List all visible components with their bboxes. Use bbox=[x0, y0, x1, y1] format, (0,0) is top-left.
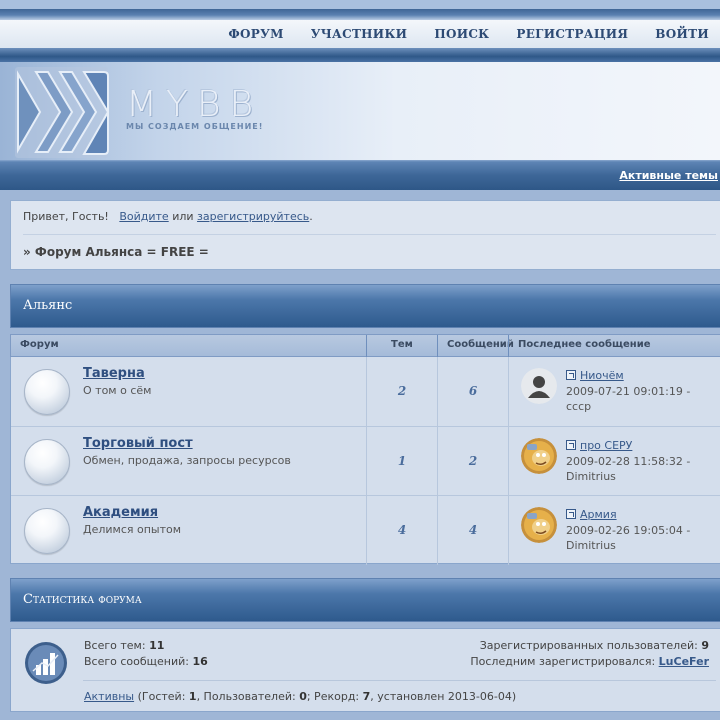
top-nav: ФОРУМ УЧАСТНИКИ ПОИСК РЕГИСТРАЦИЯ ВОЙТИ bbox=[0, 20, 720, 48]
online-summary: Активны (Гостей: 1, Пользователей: 0; Ре… bbox=[84, 690, 516, 703]
greeting-text: Привет, Гость! bbox=[23, 210, 109, 223]
register-link[interactable]: зарегистрируйтесь bbox=[197, 210, 309, 223]
forum-list: Таверна О том о сём 2 6 Ниочём 2009-07-2… bbox=[10, 357, 720, 565]
nav-login[interactable]: ВОЙТИ bbox=[655, 27, 709, 41]
last-post-date: 2009-02-26 19:05:04 - bbox=[566, 524, 691, 537]
or-text: или bbox=[172, 210, 194, 223]
total-posts-value: 16 bbox=[192, 655, 208, 668]
goto-post-icon[interactable] bbox=[566, 509, 576, 519]
divider bbox=[23, 234, 716, 235]
category-title: Альянс bbox=[23, 298, 73, 313]
total-topics-label: Всего тем: bbox=[84, 639, 146, 652]
forum-header: MYBB МЫ СОЗДАЕМ ОБЩЕНИЕ! bbox=[0, 62, 720, 160]
forum-row: Таверна О том о сём 2 6 Ниочём 2009-07-2… bbox=[11, 357, 720, 426]
forum-row: Торговый пост Обмен, продажа, запросы ре… bbox=[11, 426, 720, 496]
last-post-date: 2009-07-21 09:01:19 - bbox=[566, 385, 691, 398]
forum-link[interactable]: Таверна bbox=[83, 366, 145, 381]
logo-slogan: МЫ СОЗДАЕМ ОБЩЕНИЕ! bbox=[126, 122, 264, 131]
col-forum: Форум bbox=[20, 339, 59, 350]
stats-title: Статистика форума bbox=[23, 592, 142, 607]
registered-users: Зарегистрированных пользователей: 9 bbox=[480, 639, 709, 652]
total-posts-label: Всего сообщений: bbox=[84, 655, 189, 668]
divider bbox=[83, 680, 716, 681]
last-post-link[interactable]: про СЕРУ bbox=[580, 439, 632, 452]
posts-count: 6 bbox=[468, 384, 478, 398]
last-post-author: Dimitrius bbox=[566, 539, 616, 552]
stats-header: Статистика форума bbox=[10, 578, 720, 622]
last-post-meta: 2009-02-28 11:58:32 - Dimitrius bbox=[566, 454, 720, 484]
nav-bottom-strip bbox=[0, 48, 720, 62]
last-registered-label: Последним зарегистрировался: bbox=[470, 655, 656, 668]
category-header: Альянс bbox=[10, 284, 720, 328]
total-topics-value: 11 bbox=[149, 639, 165, 652]
online-text: , Пользователей: bbox=[196, 690, 300, 703]
nav-register[interactable]: РЕГИСТРАЦИЯ bbox=[516, 27, 628, 41]
forum-description: О том о сём bbox=[83, 384, 152, 397]
login-link[interactable]: Войдите bbox=[119, 210, 168, 223]
last-post-date: 2009-02-28 11:58:32 - bbox=[566, 455, 691, 468]
last-post-link[interactable]: Армия bbox=[580, 508, 617, 521]
nav-forum[interactable]: ФОРУМ bbox=[228, 27, 283, 41]
forum-column-headers: Форум Тем Сообщений Последнее сообщение bbox=[10, 334, 720, 358]
forum-status-icon bbox=[24, 508, 70, 554]
default-user-icon[interactable] bbox=[521, 368, 557, 404]
forum-row: Академия Делимся опытом 4 4 Армия 2009-0… bbox=[11, 495, 720, 565]
topics-count: 4 bbox=[397, 523, 407, 537]
forum-description: Делимся опытом bbox=[83, 523, 182, 536]
welcome-panel: Привет, Гость! Войдите или зарегистрируй… bbox=[10, 200, 720, 270]
col-topics: Тем bbox=[391, 339, 413, 350]
breadcrumb: » Форум Альянса = FREE = bbox=[23, 245, 209, 259]
forum-description: Обмен, продажа, запросы ресурсов bbox=[83, 454, 291, 467]
posts-count: 4 bbox=[468, 523, 478, 537]
last-registered: Последним зарегистрировался: LuCeFer bbox=[470, 655, 709, 668]
stats-chart-icon bbox=[25, 642, 67, 684]
mybb-logo-icon[interactable] bbox=[14, 64, 110, 160]
registered-label: Зарегистрированных пользователей: bbox=[479, 639, 698, 652]
last-registered-user-link[interactable]: LuCeFer bbox=[659, 655, 709, 668]
forum-status-icon bbox=[24, 369, 70, 415]
nav-search[interactable]: ПОИСК bbox=[434, 27, 489, 41]
total-posts: Всего сообщений: 16 bbox=[84, 655, 208, 668]
cartoon-avatar-icon[interactable] bbox=[521, 507, 557, 543]
greeting-period: . bbox=[309, 210, 313, 223]
active-topics-link[interactable]: Активные темы bbox=[619, 169, 718, 182]
greeting: Привет, Гость! Войдите или зарегистрируй… bbox=[23, 210, 313, 223]
users-count: 0 bbox=[299, 690, 307, 703]
record-date: , установлен 2013-06-04) bbox=[370, 690, 517, 703]
online-text: (Гостей: bbox=[134, 690, 189, 703]
goto-post-icon[interactable] bbox=[566, 440, 576, 450]
forum-status-icon bbox=[24, 439, 70, 485]
forum-link[interactable]: Торговый пост bbox=[83, 436, 193, 451]
last-post-author: ссср bbox=[566, 400, 592, 413]
cartoon-avatar-icon[interactable] bbox=[521, 438, 557, 474]
last-post-meta: 2009-07-21 09:01:19 - ссср bbox=[566, 384, 720, 414]
registered-value: 9 bbox=[701, 639, 709, 652]
logo-text: MYBB bbox=[126, 84, 263, 125]
top-strip bbox=[0, 0, 720, 20]
online-text: ; Рекорд: bbox=[306, 690, 363, 703]
active-topics-bar: Активные темы bbox=[0, 160, 720, 190]
nav-members[interactable]: УЧАСТНИКИ bbox=[311, 27, 408, 41]
total-topics: Всего тем: 11 bbox=[84, 639, 164, 652]
last-post-meta: 2009-02-26 19:05:04 - Dimitrius bbox=[566, 523, 720, 553]
posts-count: 2 bbox=[468, 454, 478, 468]
topics-count: 1 bbox=[397, 454, 407, 468]
last-post-link[interactable]: Ниочём bbox=[580, 369, 624, 382]
col-posts: Сообщений bbox=[447, 339, 514, 350]
col-last-post: Последнее сообщение bbox=[518, 339, 651, 350]
active-users-link[interactable]: Активны bbox=[84, 690, 134, 703]
goto-post-icon[interactable] bbox=[566, 370, 576, 380]
last-post-author: Dimitrius bbox=[566, 470, 616, 483]
stats-panel: Всего тем: 11 Всего сообщений: 16 Зареги… bbox=[10, 628, 720, 712]
guests-count: 1 bbox=[188, 690, 197, 703]
forum-link[interactable]: Академия bbox=[83, 505, 158, 520]
topics-count: 2 bbox=[397, 384, 407, 398]
